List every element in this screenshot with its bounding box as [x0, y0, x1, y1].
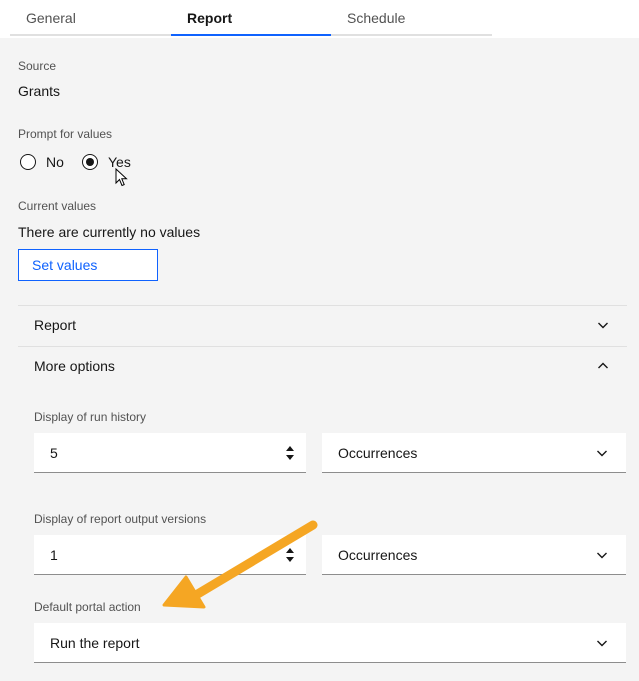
run-history-value: 5 [50, 445, 58, 461]
portal-action-label: Default portal action [34, 600, 141, 614]
portal-action-value: Run the report [50, 635, 140, 651]
chevron-up-icon [598, 362, 608, 369]
current-values-text: There are currently no values [18, 224, 201, 240]
run-history-label: Display of run history [34, 410, 147, 424]
chevron-down-icon [598, 322, 608, 329]
radio-no-circle[interactable] [20, 154, 36, 170]
spinner-arrows-icon[interactable] [285, 443, 295, 463]
accordion-more-options[interactable]: More options [18, 346, 627, 386]
current-values-label: Current values [18, 199, 97, 213]
accordion-report-title: Report [34, 317, 77, 333]
portal-action-select[interactable]: Run the report [34, 623, 626, 663]
tab-bar: General Report Schedule [0, 0, 639, 38]
tab-schedule[interactable]: Schedule [331, 0, 492, 36]
accordion-report[interactable]: Report [18, 305, 627, 345]
prompt-label: Prompt for values [18, 127, 113, 141]
source-value: Grants [18, 83, 61, 99]
chevron-down-icon [597, 552, 607, 559]
output-versions-unit-select[interactable]: Occurrences [322, 535, 626, 575]
source-label: Source [18, 59, 57, 73]
accordion-more-options-title: More options [34, 358, 115, 374]
run-history-number-input[interactable]: 5 [34, 433, 306, 473]
tab-report[interactable]: Report [171, 0, 331, 36]
chevron-down-icon [597, 640, 607, 647]
radio-no-label: No [46, 154, 64, 170]
radio-no[interactable]: No [20, 151, 64, 173]
mouse-cursor-icon [115, 168, 128, 187]
tab-general[interactable]: General [10, 0, 171, 36]
set-values-button[interactable]: Set values [18, 249, 158, 281]
output-versions-unit: Occurrences [338, 547, 418, 563]
radio-yes-circle[interactable] [82, 154, 98, 170]
annotation-arrow-icon [162, 520, 318, 609]
output-versions-value: 1 [50, 547, 58, 563]
run-history-unit: Occurrences [338, 445, 418, 461]
run-history-unit-select[interactable]: Occurrences [322, 433, 626, 473]
chevron-down-icon [597, 450, 607, 457]
